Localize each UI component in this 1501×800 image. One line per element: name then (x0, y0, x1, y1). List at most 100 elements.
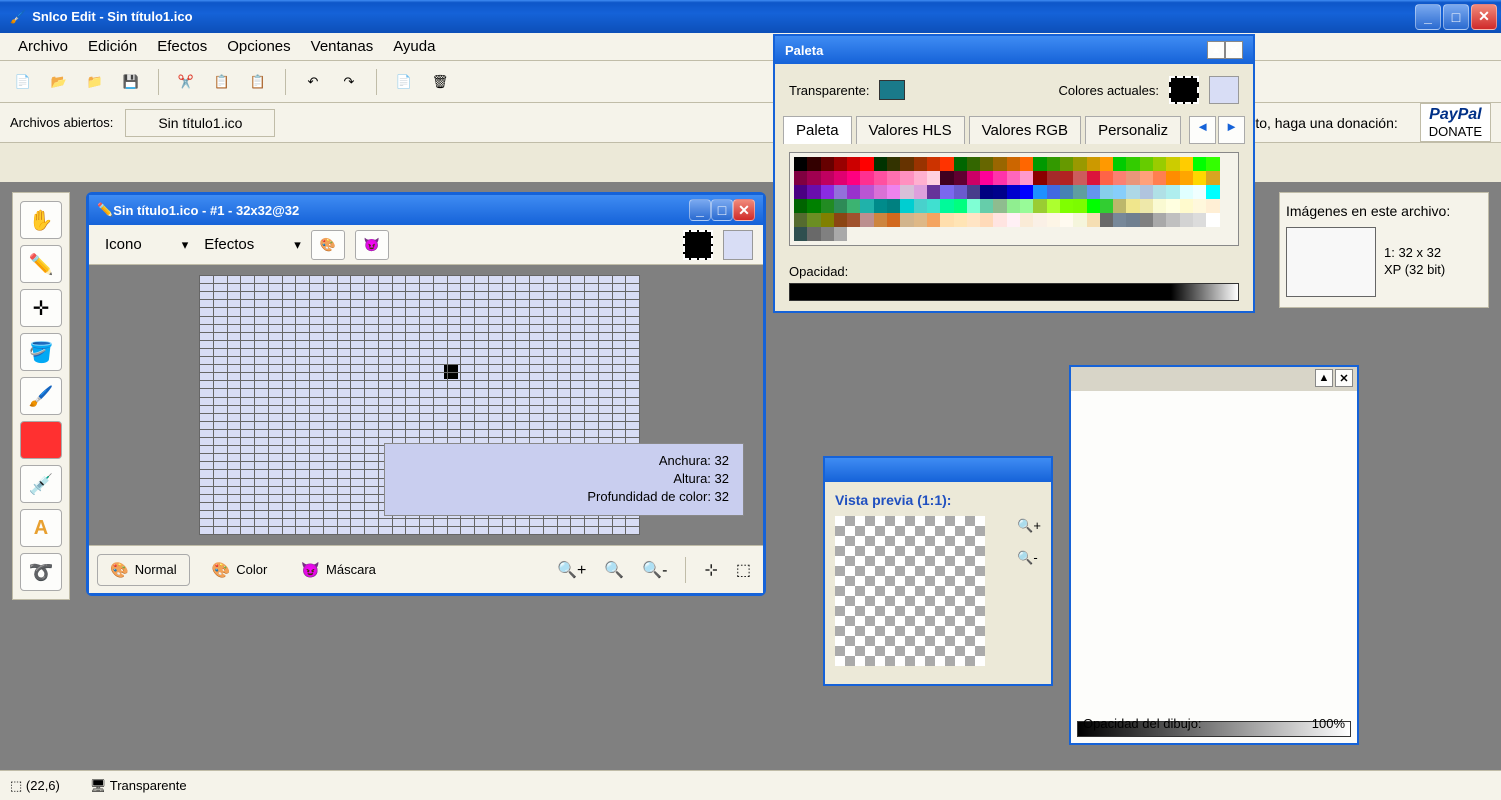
chevron-down-icon[interactable]: ▾ (182, 237, 189, 253)
color-cell[interactable] (1100, 157, 1113, 171)
color-cell[interactable] (1140, 157, 1153, 171)
current-bg-swatch[interactable] (1209, 76, 1239, 104)
color-cell[interactable] (967, 185, 980, 199)
color-cell[interactable] (900, 185, 913, 199)
pencil-tool[interactable]: ✏️ (20, 245, 62, 283)
menu-edicion[interactable]: Edición (80, 34, 145, 59)
color-cell[interactable] (1047, 213, 1060, 227)
color-cell[interactable] (914, 185, 927, 199)
color-cell[interactable] (914, 171, 927, 185)
color-cell[interactable] (1033, 157, 1046, 171)
color-cell[interactable] (980, 213, 993, 227)
color-cell[interactable] (1153, 199, 1166, 213)
color-cell[interactable] (1113, 185, 1126, 199)
layers-collapse-button[interactable]: ▲ (1315, 369, 1333, 387)
color-cell[interactable] (900, 213, 913, 227)
brush-tool[interactable]: 🖌️ (20, 377, 62, 415)
color-cell[interactable] (860, 171, 873, 185)
color-cell[interactable] (927, 171, 940, 185)
color-cell[interactable] (900, 199, 913, 213)
color-cell[interactable] (927, 157, 940, 171)
eyedropper-tool[interactable]: 💉 (20, 465, 62, 503)
color-cell[interactable] (821, 227, 834, 241)
color-cell[interactable] (1047, 171, 1060, 185)
layers-close-button[interactable]: ✕ (1335, 369, 1353, 387)
color-cell[interactable] (967, 171, 980, 185)
color-cell[interactable] (1073, 157, 1086, 171)
color-cell[interactable] (834, 157, 847, 171)
color-cell[interactable] (1193, 199, 1206, 213)
menu-efectos[interactable]: Efectos (149, 34, 215, 59)
color-cell[interactable] (874, 185, 887, 199)
color-cell[interactable] (1153, 171, 1166, 185)
color-cell[interactable] (1007, 213, 1020, 227)
save-icon[interactable]: 💾 (118, 69, 144, 95)
color-cell[interactable] (1206, 185, 1219, 199)
cut-icon[interactable]: ✂️ (173, 69, 199, 95)
menu-ayuda[interactable]: Ayuda (385, 34, 443, 59)
delete-page-icon[interactable]: 🗑 (427, 69, 453, 95)
color-cell[interactable] (807, 185, 820, 199)
color-cell[interactable] (1166, 171, 1179, 185)
color-cell[interactable] (1007, 199, 1020, 213)
color-cell[interactable] (794, 213, 807, 227)
color-cell[interactable] (874, 157, 887, 171)
color-cell[interactable] (1153, 213, 1166, 227)
efectos-dropdown[interactable]: Efectos (198, 233, 284, 256)
color-cell[interactable] (1073, 199, 1086, 213)
color-cell[interactable] (821, 213, 834, 227)
palette-collapse-button[interactable]: ▲ (1207, 41, 1225, 59)
color-cell[interactable] (1126, 185, 1139, 199)
color-cell[interactable] (821, 199, 834, 213)
color-cell[interactable] (807, 157, 820, 171)
doc-minimize-button[interactable]: _ (689, 199, 711, 221)
maximize-button[interactable]: □ (1443, 4, 1469, 30)
color-cell[interactable] (927, 199, 940, 213)
color-cell[interactable] (1126, 213, 1139, 227)
color-cell[interactable] (1087, 157, 1100, 171)
palette-btn2[interactable]: 😈 (355, 230, 389, 260)
color-cell[interactable] (940, 185, 953, 199)
color-cell[interactable] (1166, 213, 1179, 227)
color-cell[interactable] (821, 171, 834, 185)
color-cell[interactable] (1033, 185, 1046, 199)
color-tool[interactable] (20, 421, 62, 459)
color-cell[interactable] (1126, 157, 1139, 171)
color-cell[interactable] (1166, 157, 1179, 171)
color-cell[interactable] (1060, 157, 1073, 171)
menu-opciones[interactable]: Opciones (219, 34, 298, 59)
color-cell[interactable] (1020, 199, 1033, 213)
color-cell[interactable] (887, 185, 900, 199)
redo-icon[interactable]: ↷ (336, 69, 362, 95)
color-cell[interactable] (1180, 171, 1193, 185)
hand-tool[interactable]: ✋ (20, 201, 62, 239)
mode-color[interactable]: 🎨 Color (200, 555, 280, 585)
color-cell[interactable] (1113, 199, 1126, 213)
color-cell[interactable] (1007, 185, 1020, 199)
color-cell[interactable] (874, 199, 887, 213)
color-cell[interactable] (1140, 185, 1153, 199)
color-cell[interactable] (993, 171, 1006, 185)
color-cell[interactable] (794, 185, 807, 199)
undo-icon[interactable]: ↶ (300, 69, 326, 95)
color-cell[interactable] (834, 185, 847, 199)
color-cell[interactable] (821, 157, 834, 171)
file-tab[interactable]: Sin título1.ico (125, 109, 275, 137)
color-cell[interactable] (1206, 213, 1219, 227)
color-cell[interactable] (874, 171, 887, 185)
color-cell[interactable] (1087, 213, 1100, 227)
image-thumbnail[interactable] (1286, 227, 1376, 297)
color-cell[interactable] (1100, 171, 1113, 185)
open-icon[interactable]: 📂 (46, 69, 72, 95)
palette-btn1[interactable]: 🎨 (311, 230, 345, 260)
color-cell[interactable] (834, 199, 847, 213)
color-cell[interactable] (887, 157, 900, 171)
color-cell[interactable] (834, 171, 847, 185)
open2-icon[interactable]: 📁 (82, 69, 108, 95)
mode-mask[interactable]: 😈 Máscara (289, 555, 388, 585)
color-cell[interactable] (1140, 213, 1153, 227)
color-cell[interactable] (1153, 185, 1166, 199)
color-cell[interactable] (847, 199, 860, 213)
color-cell[interactable] (1166, 199, 1179, 213)
doc-close-button[interactable]: ✕ (733, 199, 755, 221)
